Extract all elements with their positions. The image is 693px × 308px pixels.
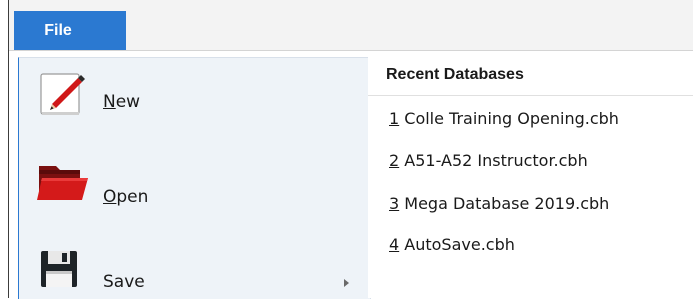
menu-bar: File	[9, 0, 693, 51]
recent-item-label: 1 Colle Training Opening.cbh	[389, 109, 619, 128]
file-backstage: New Open Save Recent Databases 1 Colle T…	[9, 51, 693, 299]
new-menu-item[interactable]: New	[19, 62, 370, 132]
file-tab[interactable]: File	[14, 11, 126, 50]
recent-item[interactable]: 1 Colle Training Opening.cbh	[368, 103, 693, 137]
file-menu-pane: New Open Save	[18, 57, 371, 299]
new-label: New	[103, 92, 141, 112]
open-label: Open	[103, 187, 149, 207]
new-document-icon	[36, 68, 92, 124]
recent-item[interactable]: 3 Mega Database 2019.cbh	[368, 188, 693, 222]
recent-databases-pane: Recent Databases 1 Colle Training Openin…	[368, 57, 693, 298]
save-menu-item[interactable]: Save	[19, 236, 370, 306]
chevron-right-icon	[344, 279, 349, 287]
recent-databases-title: Recent Databases	[386, 66, 524, 83]
recent-databases-header: Recent Databases	[368, 57, 693, 96]
recent-item-label: 2 A51-A52 Instructor.cbh	[389, 151, 588, 170]
save-label: Save	[103, 272, 145, 292]
file-tab-label: File	[44, 21, 72, 39]
recent-item[interactable]: 4 AutoSave.cbh	[368, 229, 693, 263]
open-menu-item[interactable]: Open	[19, 150, 370, 220]
recent-item-label: 3 Mega Database 2019.cbh	[389, 194, 610, 213]
recent-item-label: 4 AutoSave.cbh	[389, 235, 515, 254]
save-disk-icon	[36, 248, 92, 304]
recent-item[interactable]: 2 A51-A52 Instructor.cbh	[368, 145, 693, 179]
folder-open-icon	[36, 154, 92, 210]
